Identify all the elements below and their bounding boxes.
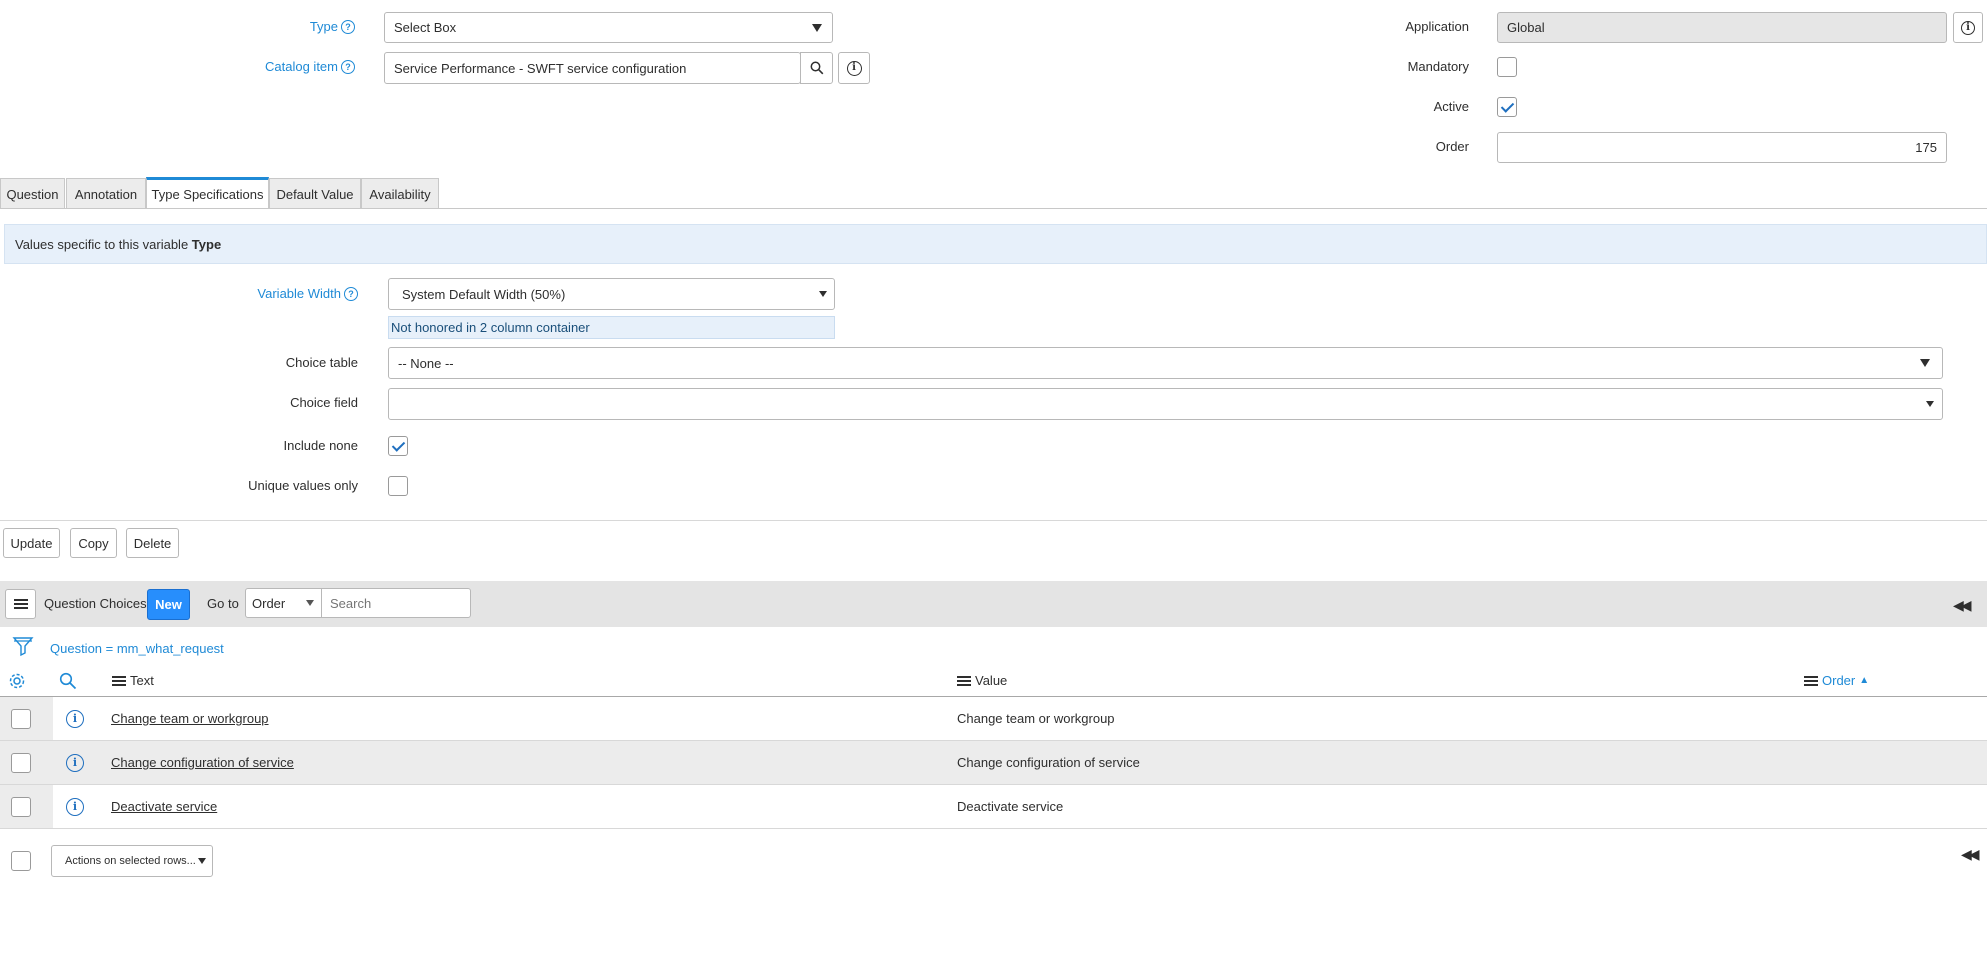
select-all-checkbox[interactable] bbox=[11, 851, 31, 871]
catalog-item-value: Service Performance - SWFT service confi… bbox=[394, 60, 687, 76]
choice-field-select[interactable] bbox=[388, 388, 1943, 420]
goto-label: Go to bbox=[207, 596, 239, 611]
row-value: Change team or workgroup bbox=[957, 711, 1115, 726]
banner-text: Values specific to this variable bbox=[15, 236, 192, 252]
bulk-actions-value: Actions on selected rows... bbox=[65, 855, 196, 867]
mandatory-checkbox[interactable] bbox=[1497, 57, 1517, 77]
choice-table-value: -- None -- bbox=[398, 355, 454, 371]
filter-icon[interactable] bbox=[12, 635, 34, 657]
info-icon[interactable]: i bbox=[66, 710, 84, 728]
mandatory-label: Mandatory bbox=[1407, 59, 1469, 74]
collapse-icon[interactable]: ◀◀ bbox=[1961, 846, 1979, 863]
row-value: Deactivate service bbox=[957, 799, 1064, 814]
table-row: i Change configuration of service Change… bbox=[0, 741, 1987, 785]
new-button[interactable]: New bbox=[147, 589, 190, 620]
column-menu-icon[interactable] bbox=[1804, 675, 1818, 686]
search-icon[interactable] bbox=[59, 672, 77, 690]
choice-field-label: Choice field bbox=[290, 395, 358, 410]
choice-table-select[interactable]: -- None -- bbox=[388, 347, 1943, 379]
type-select-value: Select Box bbox=[394, 20, 457, 35]
help-icon[interactable]: ? bbox=[341, 20, 355, 34]
list-search-input[interactable] bbox=[321, 588, 471, 618]
tab-annotation[interactable]: Annotation bbox=[66, 178, 146, 209]
order-value: 175 bbox=[1915, 140, 1937, 155]
active-label: Active bbox=[1433, 99, 1469, 114]
form-divider bbox=[0, 520, 1987, 521]
tab-default-value[interactable]: Default Value bbox=[269, 178, 361, 209]
help-icon[interactable]: ? bbox=[344, 287, 358, 301]
chevron-down-icon bbox=[198, 858, 206, 864]
unique-values-checkbox[interactable] bbox=[388, 476, 408, 496]
delete-button[interactable]: Delete bbox=[126, 528, 179, 558]
tabs-divider bbox=[0, 208, 1987, 209]
row-checkbox[interactable] bbox=[11, 797, 31, 817]
column-header-text[interactable]: Text bbox=[112, 673, 154, 688]
info-icon: i bbox=[846, 60, 862, 76]
help-icon[interactable]: ? bbox=[341, 60, 355, 74]
application-field: Global bbox=[1497, 12, 1947, 43]
choice-table-label: Choice table bbox=[285, 355, 358, 370]
tab-availability[interactable]: Availability bbox=[361, 178, 439, 209]
column-menu-icon[interactable] bbox=[112, 675, 126, 686]
filter-breadcrumb[interactable]: Question = mm_what_request bbox=[50, 641, 224, 656]
variable-width-label: Variable Width? bbox=[200, 286, 358, 301]
order-field[interactable]: 175 bbox=[1497, 132, 1947, 163]
column-menu-icon[interactable] bbox=[957, 675, 971, 686]
list-menu-button[interactable] bbox=[5, 589, 36, 619]
type-spec-banner: Values specific to this variable Type bbox=[4, 224, 1987, 264]
related-list-title: Question Choices bbox=[44, 596, 147, 611]
include-none-checkbox[interactable] bbox=[388, 436, 408, 456]
chevron-down-icon bbox=[812, 23, 822, 32]
chevron-down-icon bbox=[819, 291, 827, 297]
banner-bold-text: Type bbox=[191, 236, 222, 252]
chevron-down-icon bbox=[1926, 401, 1934, 407]
update-button[interactable]: Update bbox=[3, 528, 60, 558]
application-value: Global bbox=[1507, 20, 1545, 35]
application-label: Application bbox=[1405, 19, 1469, 34]
tab-type-specifications[interactable]: Type Specifications bbox=[146, 177, 269, 209]
search-icon bbox=[810, 61, 823, 75]
row-checkbox[interactable] bbox=[11, 709, 31, 729]
info-icon: i bbox=[1961, 20, 1975, 35]
chevron-down-icon bbox=[1920, 359, 1930, 367]
application-info-button[interactable]: i bbox=[1953, 12, 1983, 43]
variable-width-select[interactable]: System Default Width (50%) bbox=[388, 278, 835, 310]
row-text-link[interactable]: Deactivate service bbox=[111, 799, 217, 814]
include-none-label: Include none bbox=[283, 438, 358, 453]
catalog-item-field[interactable]: Service Performance - SWFT service confi… bbox=[384, 52, 801, 84]
gear-icon[interactable] bbox=[8, 672, 26, 690]
row-text-link[interactable]: Change configuration of service bbox=[111, 755, 294, 770]
unique-values-label: Unique values only bbox=[248, 478, 358, 493]
width-note: Not honored in 2 column container bbox=[388, 316, 835, 339]
type-select[interactable]: Select Box bbox=[384, 12, 833, 43]
active-checkbox[interactable] bbox=[1497, 97, 1517, 117]
chevron-down-icon bbox=[306, 600, 314, 606]
column-header-order[interactable]: Order ▲ bbox=[1804, 673, 1869, 688]
catalog-item-label: Catalog item? bbox=[200, 59, 355, 74]
type-label: Type? bbox=[200, 19, 355, 34]
row-checkbox[interactable] bbox=[11, 753, 31, 773]
row-text-link[interactable]: Change team or workgroup bbox=[111, 711, 269, 726]
table-row: i Change team or workgroup Change team o… bbox=[0, 697, 1987, 741]
row-value: Change configuration of service bbox=[957, 755, 1140, 770]
variable-width-value: System Default Width (50%) bbox=[402, 286, 566, 302]
column-header-value[interactable]: Value bbox=[957, 673, 1007, 688]
tab-question[interactable]: Question bbox=[0, 178, 65, 209]
info-icon[interactable]: i bbox=[66, 798, 84, 816]
goto-field-value: Order bbox=[252, 595, 286, 611]
bulk-actions-select[interactable]: Actions on selected rows... bbox=[51, 845, 213, 877]
sort-ascending-icon: ▲ bbox=[1859, 675, 1870, 686]
catalog-item-info-button[interactable]: i bbox=[838, 52, 870, 84]
goto-field-select[interactable]: Order bbox=[245, 588, 322, 618]
catalog-item-search-button[interactable] bbox=[800, 52, 833, 84]
hamburger-icon bbox=[13, 599, 28, 609]
order-label: Order bbox=[1435, 139, 1469, 154]
table-row: i Deactivate service Deactivate service bbox=[0, 785, 1987, 829]
copy-button[interactable]: Copy bbox=[70, 528, 117, 558]
collapse-icon[interactable]: ◀◀ bbox=[1953, 597, 1971, 614]
info-icon[interactable]: i bbox=[66, 754, 84, 772]
